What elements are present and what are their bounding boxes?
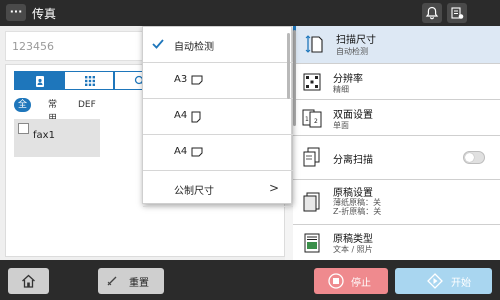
setting-title: 原稿设置 (333, 188, 373, 199)
start-button[interactable]: 开始 (395, 268, 492, 294)
option-a4-landscape[interactable]: A4 (143, 135, 293, 171)
reset-icon (107, 276, 117, 286)
device-status-icon (451, 7, 464, 19)
settings-panel: 扫描尺寸 自动检测 分辨率 精细 1 2 双面设置 单面 分离扫描 原稿设置 薄… (293, 26, 500, 260)
bell-icon (425, 6, 439, 20)
option-auto-detect[interactable]: 自动检测 (143, 27, 293, 63)
duplex-icon: 1 2 (302, 109, 322, 128)
start-icon (427, 273, 443, 289)
setting-title: 原稿类型 (333, 234, 373, 245)
stop-icon (328, 273, 344, 289)
setting-value: 精细 (333, 85, 349, 94)
top-bar: ··· 传真 (0, 0, 500, 26)
original-type-icon (304, 233, 320, 253)
entry-name: fax1 (33, 130, 55, 141)
setting-title: 双面设置 (333, 110, 373, 121)
chevron-right-icon: > (268, 181, 279, 195)
destination-value: 123456 (12, 40, 54, 53)
scan-size-icon (305, 35, 323, 53)
start-label: 开始 (451, 278, 471, 289)
option-label: A3 (174, 74, 188, 85)
chip-def[interactable]: DEF (74, 98, 100, 112)
entry-checkbox[interactable] (18, 123, 29, 134)
setting-duplex[interactable]: 1 2 双面设置 单面 (293, 100, 500, 136)
tab-keypad[interactable] (64, 71, 114, 90)
setting-title: 扫描尺寸 (336, 35, 376, 46)
reset-button[interactable]: 重置 (98, 268, 164, 294)
landscape-page-icon (191, 75, 203, 85)
scan-size-dropdown: 自动检测 A3 A4 A4 公制尺寸 > (142, 26, 293, 207)
setting-resolution[interactable]: 分辨率 精细 (293, 64, 500, 100)
toggle-knob (465, 153, 474, 162)
notification-button[interactable] (422, 3, 442, 23)
reset-label: 重置 (129, 278, 149, 289)
menu-button[interactable]: ··· (6, 4, 26, 21)
separate-scan-toggle[interactable] (463, 151, 485, 164)
dropdown-scrollbar[interactable] (287, 33, 290, 99)
option-label: 公制尺寸 (174, 186, 214, 197)
option-label: 自动检测 (174, 42, 214, 53)
settings-scrollbar[interactable] (293, 30, 296, 126)
setting-separate-scan[interactable]: 分离扫描 (293, 136, 500, 180)
separate-scan-icon (303, 147, 320, 167)
svg-text:2: 2 (314, 118, 318, 125)
address-entry[interactable]: fax1 (14, 119, 100, 157)
tab-address-book[interactable] (14, 71, 64, 90)
original-settings-icon (303, 192, 320, 212)
option-label: A4 (174, 146, 188, 157)
setting-original-type[interactable]: 原稿类型 文本 / 照片 (293, 225, 500, 260)
setting-original[interactable]: 原稿设置 薄纸原稿：关 Z-折原稿：关 (293, 180, 500, 225)
stop-button[interactable]: 停止 (314, 268, 388, 294)
setting-value: 薄纸原稿：关 (333, 198, 381, 207)
landscape-page-icon (191, 147, 203, 157)
resolution-icon (303, 73, 321, 91)
option-metric-sizes[interactable]: 公制尺寸 > (143, 171, 293, 207)
setting-title: 分辨率 (333, 74, 363, 85)
option-a4-portrait[interactable]: A4 (143, 99, 293, 135)
setting-value: 自动检测 (336, 47, 368, 56)
chip-all[interactable]: 全部 (14, 98, 32, 124)
page-title: 传真 (32, 7, 57, 21)
portrait-page-icon (191, 111, 201, 123)
setting-value: 文本 / 照片 (333, 245, 373, 254)
setting-scan-size[interactable]: 扫描尺寸 自动检测 (293, 26, 500, 64)
option-a3-landscape[interactable]: A3 (143, 63, 293, 99)
setting-value: 单面 (333, 121, 349, 130)
stop-label: 停止 (351, 278, 371, 289)
svg-text:1: 1 (305, 116, 309, 123)
keypad-icon (85, 76, 95, 86)
bottom-bar: 重置 停止 开始 (0, 260, 500, 300)
check-icon (152, 39, 164, 49)
device-status-button[interactable] (447, 3, 467, 23)
setting-value-2: Z-折原稿：关 (333, 207, 382, 216)
home-button[interactable] (8, 268, 49, 294)
chip-favorites[interactable]: 常用 (44, 98, 61, 124)
setting-title: 分离扫描 (333, 155, 373, 166)
home-icon (22, 274, 35, 288)
address-book-icon (36, 76, 44, 87)
option-label: A4 (174, 110, 188, 121)
